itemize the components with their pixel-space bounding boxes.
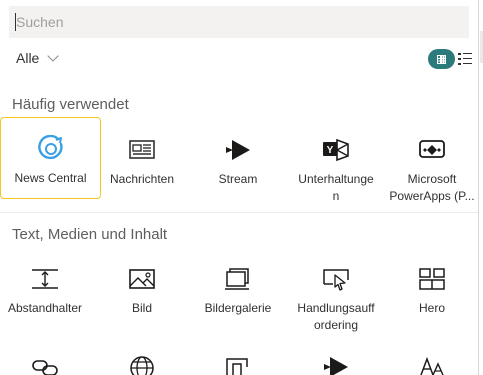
svg-text:Y: Y [327,145,334,156]
stream-icon [190,133,286,167]
tile-unterhaltungen[interactable]: Y Unterhaltunge n [288,133,384,205]
globe-icon [94,350,190,375]
spacer-icon [0,262,93,296]
tile-label: Abstandhalter [7,301,83,315]
chevron-down-icon [47,49,60,62]
tile-label: Handlungsauff ordering [297,301,375,332]
list-view-icon[interactable] [458,52,472,66]
section-title-frequent: Häufig verwendet [12,96,129,113]
powerapps-icon [384,133,478,167]
tile-label: Microsoft PowerApps (P... [389,172,475,203]
tile-label: Nachrichten [109,172,175,186]
tile-news-central[interactable]: News Central [0,117,101,199]
view-toggle [428,49,472,69]
tile-nachrichten[interactable]: Nachrichten [94,133,190,188]
stream-icon [288,350,384,375]
touch-chart-icon [190,350,286,375]
conversation-icon: Y [288,133,384,167]
newspaper-icon [94,133,190,167]
link-icon [0,350,93,375]
call-to-action-icon [288,262,384,296]
toolbox-panel: Alle Häufig verwendet News Central [0,0,478,375]
tile-link[interactable] [0,350,93,375]
tile-text[interactable] [384,350,478,375]
font-size-icon [384,350,478,375]
category-filter-label: Alle [16,50,40,66]
tile-abstandhalter[interactable]: Abstandhalter [0,262,93,317]
section-title-text-media: Text, Medien und Inhalt [12,226,168,243]
tile-click-chart[interactable] [190,350,286,375]
tile-globe[interactable] [94,350,190,375]
tile-label: Bildergalerie [204,301,272,315]
text-caret [15,13,16,31]
tile-label: Hero [418,301,445,315]
hero-icon [384,262,478,296]
tile-stream-2[interactable] [288,350,384,375]
tile-label: News Central [14,171,87,185]
tile-stream[interactable]: Stream [190,133,286,188]
tile-label: Stream [218,172,258,186]
category-filter-dropdown[interactable]: Alle [16,48,60,68]
tile-label: Bild [131,301,152,315]
tile-label: Unterhaltunge n [298,172,374,203]
tile-powerapps[interactable]: Microsoft PowerApps (P... [384,133,478,205]
tile-bildergalerie[interactable]: Bildergalerie [190,262,286,317]
search-input[interactable] [9,6,469,38]
news-central-icon [1,132,100,166]
image-icon [94,262,190,296]
section-divider [0,212,478,213]
tile-handlungsaufforderung[interactable]: Handlungsauff ordering [288,262,384,334]
tile-hero[interactable]: Hero [384,262,478,317]
grid-view-button[interactable] [428,49,455,69]
tile-bild[interactable]: Bild [94,262,190,317]
grid-icon [437,54,446,64]
search-box[interactable] [9,6,469,38]
gallery-icon [190,262,286,296]
